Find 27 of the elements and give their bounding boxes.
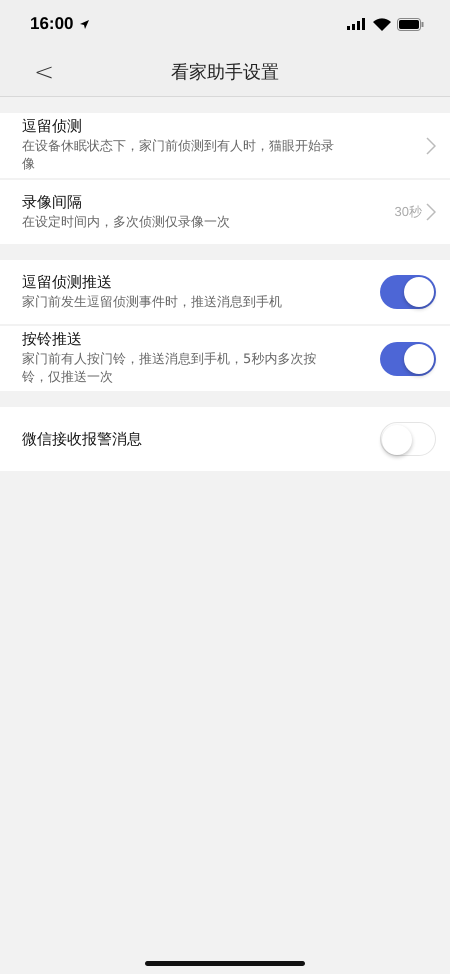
wifi-icon	[373, 18, 391, 30]
row-description: 家门前有人按门铃，推送消息到手机，5秒内多次按铃，仅推送一次	[22, 351, 318, 387]
row-description: 在设定时间内，多次侦测仅录像一次	[22, 214, 231, 232]
settings-row[interactable]: 录像间隔 在设定时间内，多次侦测仅录像一次 30秒	[0, 180, 450, 244]
row-description: 家门前发生逗留侦测事件时，推送消息到手机	[22, 294, 283, 312]
row-title: 按铃推送	[22, 330, 83, 349]
settings-row[interactable]: 微信接收报警消息	[0, 407, 450, 471]
row-title: 逗留侦测	[22, 117, 83, 136]
row-title: 微信接收报警消息	[22, 430, 143, 448]
page-title: 看家助手设置	[170, 61, 280, 84]
chevron-right-icon	[426, 203, 436, 221]
row-title: 逗留侦测推送	[22, 272, 113, 292]
row-value: 30秒	[394, 203, 422, 221]
settings-row[interactable]: 按铃推送 家门前有人按门铃，推送消息到手机，5秒内多次按铃，仅推送一次	[0, 326, 450, 391]
battery-icon	[397, 18, 424, 30]
row-title: 录像间隔	[22, 192, 83, 212]
signal-icon	[347, 18, 367, 30]
settings-row[interactable]: 逗留侦测推送 家门前发生逗留侦测事件时，推送消息到手机	[0, 260, 450, 324]
status-time: 16:00	[30, 14, 74, 34]
location-icon	[79, 18, 90, 30]
toggle-switch[interactable]	[380, 342, 436, 376]
back-button[interactable]: <	[0, 58, 70, 86]
chevron-right-icon	[426, 136, 436, 154]
toggle-switch[interactable]	[380, 275, 436, 309]
settings-row[interactable]: 逗留侦测 在设备休眠状态下，家门前侦测到有人时，猫眼开始录像	[0, 113, 450, 178]
toggle-switch[interactable]	[380, 422, 436, 456]
row-description: 在设备休眠状态下，家门前侦测到有人时，猫眼开始录像	[22, 138, 335, 174]
